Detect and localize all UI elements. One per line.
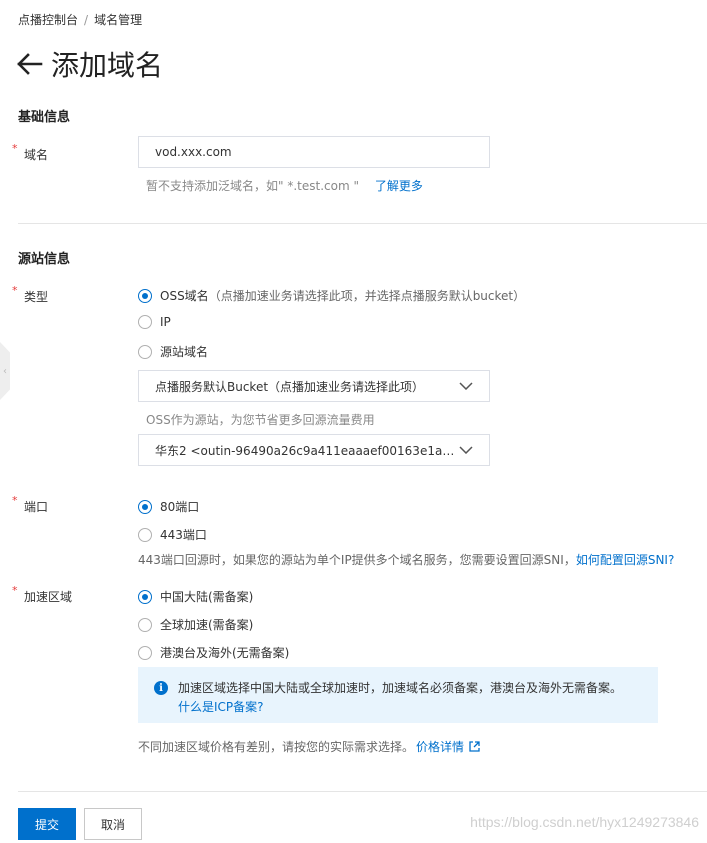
info-text: 加速区域选择中国大陆或全球加速时，加速域名必须备案，港澳台及海外无需备案。 [178,681,623,695]
radio-checked-icon[interactable] [138,288,152,303]
radio-region-global[interactable]: 全球加速(需备案) [138,616,253,633]
section-title-origin: 源站信息 [18,252,71,267]
port-hint-text: 443端口回源时，如果您的源站为单个IP提供多个域名服务，您需要设置回源SNI， [138,553,576,567]
port-hint: 443端口回源时，如果您的源站为单个IP提供多个域名服务，您需要设置回源SNI，… [138,551,674,568]
domain-input[interactable]: vod.xxx.com [138,136,490,168]
required-mark: * [12,284,18,297]
chevron-down-icon [459,443,473,457]
radio-label: OSS域名 [160,289,209,303]
region-label: 加速区域 [24,590,73,604]
radio-type-origin-domain[interactable]: 源站域名 [138,343,208,360]
radio-checked-icon[interactable] [138,499,152,514]
bucket-hint: OSS作为源站，为您节省更多回源流量费用 [146,413,375,427]
radio-desc: （点播加速业务请选择此项，并选择点播服务默认bucket） [208,289,526,303]
breadcrumb-current: 域名管理 [94,13,143,27]
radio-unchecked-icon[interactable] [138,645,152,660]
radio-type-ip[interactable]: IP [138,315,171,329]
radio-label: 443端口 [160,528,207,542]
radio-unchecked-icon[interactable] [138,527,152,542]
cancel-button[interactable]: 取消 [84,808,142,840]
sni-help-link[interactable]: 如何配置回源SNI? [576,553,675,567]
radio-region-overseas[interactable]: 港澳台及海外(无需备案) [138,644,289,661]
price-hint-text: 不同加速区域价格有差别，请按您的实际需求选择。 [138,740,415,754]
divider [18,223,707,224]
radio-label: 港澳台及海外(无需备案) [160,646,290,660]
submit-button[interactable]: 提交 [18,808,76,840]
radio-label: IP [160,315,171,329]
required-mark: * [12,584,18,597]
info-box: i 加速区域选择中国大陆或全球加速时，加速域名必须备案，港澳台及海外无需备案。 … [138,667,658,723]
price-hint: 不同加速区域价格有差别，请按您的实际需求选择。 价格详情 [138,738,480,755]
page-title: 添加域名 [51,49,164,82]
bucket-select-value: 点播服务默认Bucket（点播加速业务请选择此项） [155,379,425,394]
section-title-basic: 基础信息 [18,110,71,125]
region-select-value: 华东2 <outin-96490a26c9a411eaaaef00163e1a3… [155,443,455,458]
domain-hint: 暂不支持添加泛域名，如" *.test.com " 了解更多 [146,177,423,194]
radio-port-80[interactable]: 80端口 [138,498,199,515]
port-label: 端口 [24,500,49,514]
radio-unchecked-icon[interactable] [138,315,152,329]
radio-label: 源站域名 [160,345,209,359]
info-icon: i [154,681,168,695]
domain-hint-text: 暂不支持添加泛域名，如" *.test.com " [146,179,359,193]
radio-region-mainland[interactable]: 中国大陆(需备案) [138,588,253,605]
region-select[interactable]: 华东2 <outin-96490a26c9a411eaaaef00163e1a3… [138,434,490,466]
external-link-icon[interactable] [469,741,480,752]
radio-port-443[interactable]: 443端口 [138,526,207,543]
radio-unchecked-icon[interactable] [138,617,152,632]
radio-type-oss[interactable]: OSS域名 （点播加速业务请选择此项，并选择点播服务默认bucket） [138,287,525,304]
radio-unchecked-icon[interactable] [138,344,152,359]
chevron-left-icon[interactable]: ‹ [0,342,10,400]
price-details-link[interactable]: 价格详情 [416,738,464,755]
icp-help-link[interactable]: 什么是ICP备案? [178,698,264,715]
page-header: 添加域名 [17,44,163,84]
breadcrumb-separator: / [84,13,89,27]
watermark: https://blog.csdn.net/hyx1249273846 [470,814,699,830]
arrow-left-icon[interactable] [17,49,43,79]
radio-checked-icon[interactable] [138,589,152,604]
radio-label: 80端口 [160,500,200,514]
breadcrumb-parent[interactable]: 点播控制台 [18,13,78,27]
radio-label: 中国大陆(需备案) [160,590,254,604]
bucket-select[interactable]: 点播服务默认Bucket（点播加速业务请选择此项） [138,370,490,402]
learn-more-link[interactable]: 了解更多 [375,179,423,193]
required-mark: * [12,142,18,155]
breadcrumb: 点播控制台 / 域名管理 [18,11,142,28]
domain-label: 域名 [24,148,49,162]
required-mark: * [12,494,18,507]
chevron-down-icon [459,379,473,393]
divider [18,791,707,792]
radio-label: 全球加速(需备案) [160,618,254,632]
type-label: 类型 [24,290,49,304]
